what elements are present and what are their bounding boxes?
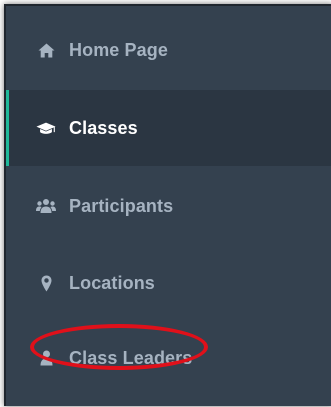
sidebar-item-participants[interactable]: Participants xyxy=(6,168,331,244)
users-icon xyxy=(36,196,56,216)
sidebar-item-label: Home Page xyxy=(69,39,168,60)
sidebar-item-label: Classes xyxy=(69,117,138,138)
sidebar-item-label: Class Leaders xyxy=(69,347,193,368)
sidebar-item-label: Locations xyxy=(69,272,155,293)
sidebar-item-home-page[interactable]: Home Page xyxy=(6,12,331,88)
sidebar-frame: Home Page Classes Participants Locations… xyxy=(4,4,331,406)
sidebar-item-locations[interactable]: Locations xyxy=(6,245,331,321)
map-marker-icon xyxy=(36,273,56,293)
sidebar-item-class-leaders[interactable]: Class Leaders xyxy=(6,320,331,396)
graduation-cap-icon xyxy=(36,118,56,138)
sidebar-nav: Home Page Classes Participants Locations… xyxy=(6,6,331,406)
sidebar-item-classes[interactable]: Classes xyxy=(6,90,331,166)
user-icon xyxy=(36,348,56,368)
sidebar-item-label: Participants xyxy=(69,195,174,216)
home-icon xyxy=(36,40,56,60)
